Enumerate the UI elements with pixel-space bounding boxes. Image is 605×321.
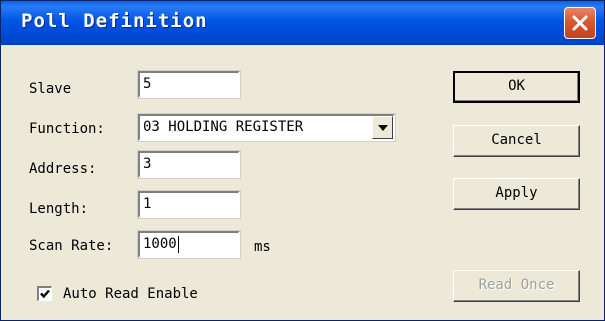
- auto-read-checkbox[interactable]: [37, 286, 52, 301]
- auto-read-label[interactable]: Auto Read Enable: [63, 284, 198, 304]
- length-label: Length:: [29, 201, 89, 217]
- title-bar[interactable]: Poll Definition: [1, 1, 604, 45]
- slave-label: Slave: [29, 81, 72, 97]
- dialog-title: Poll Definition: [21, 10, 208, 32]
- scan-rate-label: Scan Rate:: [29, 238, 114, 254]
- check-icon: [40, 289, 50, 299]
- address-input[interactable]: 3: [137, 150, 241, 179]
- scan-rate-input[interactable]: 1000: [137, 230, 241, 259]
- slave-input[interactable]: 5: [137, 70, 241, 99]
- read-once-button[interactable]: Read Once: [453, 270, 580, 302]
- function-select-value: 03 HOLDING REGISTER: [143, 119, 304, 135]
- address-label: Address:: [29, 161, 97, 177]
- function-select[interactable]: 03 HOLDING REGISTER: [137, 113, 396, 142]
- function-dropdown-button[interactable]: [372, 116, 393, 139]
- close-icon: [572, 15, 588, 31]
- scan-rate-value: 1000: [143, 236, 177, 252]
- apply-button[interactable]: Apply: [453, 178, 580, 210]
- function-label: Function:: [29, 121, 105, 137]
- scan-rate-unit: ms: [254, 239, 271, 255]
- ok-button[interactable]: OK: [453, 71, 580, 103]
- cancel-button[interactable]: Cancel: [453, 125, 580, 157]
- length-input[interactable]: 1: [137, 190, 241, 219]
- chevron-down-icon: [378, 125, 388, 131]
- poll-definition-dialog: Poll Definition Slave 5 Function: 03 HOL…: [0, 0, 605, 321]
- text-caret: [177, 235, 179, 253]
- close-button[interactable]: [564, 7, 596, 39]
